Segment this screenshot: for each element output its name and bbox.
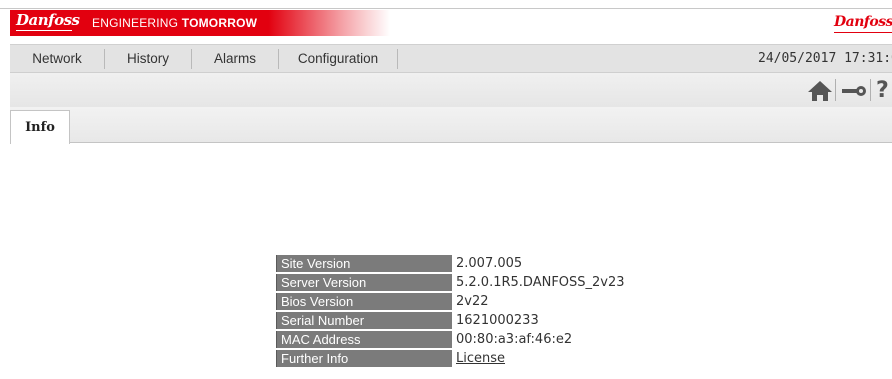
logo-right-underline [834,32,892,33]
key-icon[interactable] [840,79,868,103]
server-version-value: 5.2.0.1R5.DANFOSS_2v23 [452,274,692,291]
table-row: MAC Address 00:80:a3:af:46:e2 [276,331,692,348]
danfoss-logo-right: Danfoss [834,14,892,33]
menu-alarms[interactable]: Alarms [192,45,278,72]
mac-address-label: MAC Address [276,331,452,348]
site-version-value: 2.007.005 [452,255,692,272]
site-version-label: Site Version [276,255,452,272]
home-icon[interactable] [807,79,833,103]
menu-history[interactable]: History [105,45,191,72]
logo-underline [16,30,72,31]
menu-network[interactable]: Network [10,45,104,72]
danfoss-logo: Danfoss [16,11,80,33]
table-row: Server Version 5.2.0.1R5.DANFOSS_2v23 [276,274,692,291]
tagline: ENGINEERING TOMORROW [92,16,257,30]
serial-number-label: Serial Number [276,312,452,329]
further-info-value: License [452,350,692,367]
info-table: Site Version 2.007.005 Server Version 5.… [276,253,692,369]
table-row: Serial Number 1621000233 [276,312,692,329]
main-menu-bar: Network History Alarms Configuration 24/… [10,44,892,73]
toolbar: ? [10,73,892,107]
tagline-prefix: ENGINEERING [92,16,179,30]
current-datetime: 24/05/2017 17:31:07 [758,51,892,66]
menu-separator [397,49,398,69]
bios-version-value: 2v22 [452,293,692,310]
tagline-bold: TOMORROW [181,16,258,30]
table-row: Further Info License [276,350,692,367]
server-version-label: Server Version [276,274,452,291]
table-row: Bios Version 2v22 [276,293,692,310]
bios-version-label: Bios Version [276,293,452,310]
help-icon[interactable]: ? [876,79,892,103]
tab-info[interactable]: Info [10,110,70,144]
tab-bar [10,107,892,143]
table-row: Site Version 2.007.005 [276,255,692,272]
toolbar-separator [870,79,871,101]
toolbar-separator [835,79,836,101]
logo-right-text: Danfoss [834,14,892,30]
logo-text: Danfoss [16,11,80,29]
further-info-label: Further Info [276,350,452,367]
menu-configuration[interactable]: Configuration [279,45,397,72]
serial-number-value: 1621000233 [452,312,692,329]
mac-address-value: 00:80:a3:af:46:e2 [452,331,692,348]
license-link[interactable]: License [456,351,505,366]
